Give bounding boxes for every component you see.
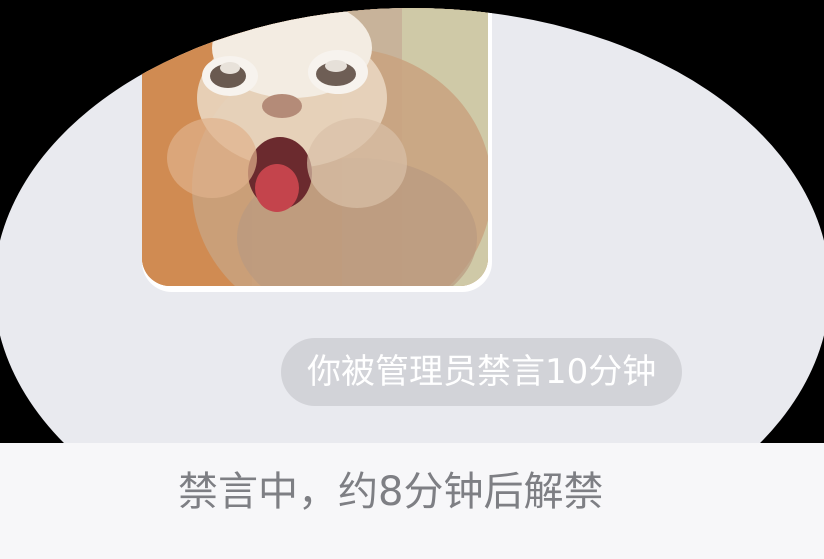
system-notice-muted: 你被管理员禁言10分钟 bbox=[281, 338, 683, 406]
image-message-bubble[interactable] bbox=[142, 8, 492, 292]
system-notice-text: 你被管理员禁言10分钟 bbox=[307, 352, 657, 392]
cat-photo[interactable] bbox=[142, 8, 488, 286]
chat-screen: 你被管理员禁言10分钟 禁言中，约8分钟后解禁 bbox=[0, 0, 824, 559]
muted-status-text: 禁言中，约8分钟后解禁 bbox=[178, 469, 604, 515]
cat-photo-icon bbox=[142, 8, 488, 286]
